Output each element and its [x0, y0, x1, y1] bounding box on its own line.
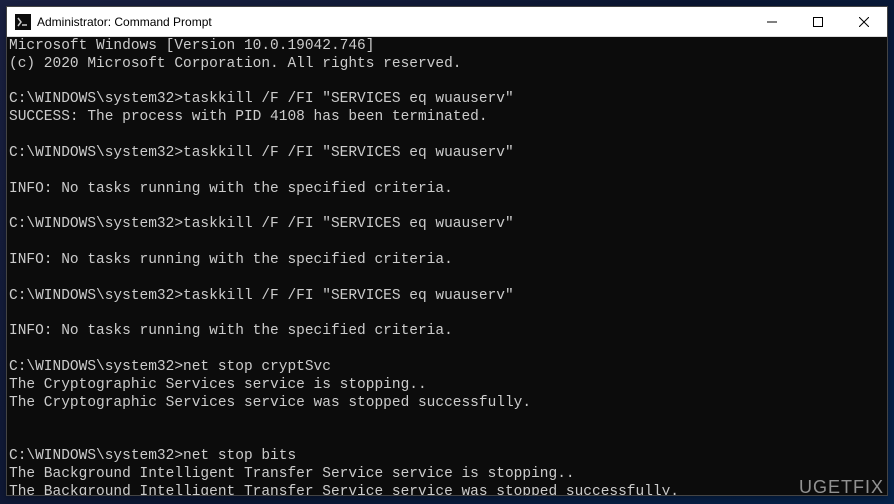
watermark-text: UGETFIX	[799, 477, 884, 498]
close-button[interactable]	[841, 7, 887, 36]
window-title: Administrator: Command Prompt	[37, 15, 749, 29]
titlebar[interactable]: Administrator: Command Prompt	[7, 7, 887, 37]
minimize-button[interactable]	[749, 7, 795, 36]
cmd-icon	[15, 14, 31, 30]
command-prompt-window: Administrator: Command Prompt Microsoft …	[6, 6, 888, 496]
maximize-button[interactable]	[795, 7, 841, 36]
terminal-output[interactable]: Microsoft Windows [Version 10.0.19042.74…	[7, 37, 887, 495]
window-controls	[749, 7, 887, 36]
